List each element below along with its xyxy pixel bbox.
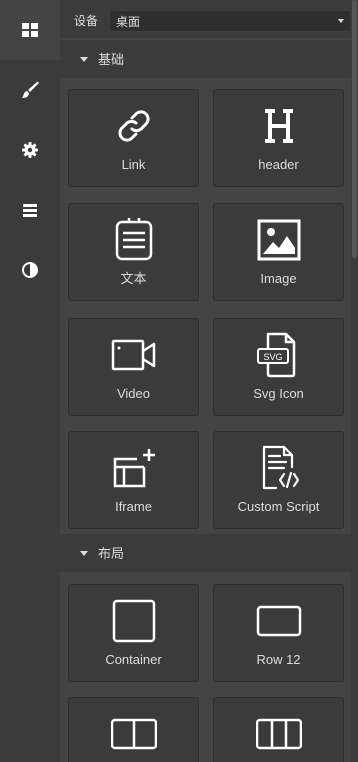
text-icon — [115, 218, 152, 261]
scrollbar-thumb[interactable] — [352, 0, 357, 258]
svg-file-icon: SVG — [256, 332, 295, 378]
row-icon — [256, 605, 301, 637]
block-label: 文本 — [120, 271, 147, 286]
block-container[interactable]: Container — [68, 584, 199, 682]
left-rail — [0, 0, 60, 762]
link-icon — [117, 110, 150, 142]
block-label: Row 12 — [256, 652, 301, 667]
block-two-columns[interactable] — [68, 697, 199, 762]
block-label: Iframe — [115, 499, 152, 514]
block-three-columns[interactable] — [213, 697, 344, 762]
block-header[interactable]: header — [213, 89, 344, 187]
device-bar: 设备 桌面 — [60, 0, 351, 38]
caret-down-icon — [80, 57, 88, 62]
block-label: Container — [105, 652, 162, 667]
block-text[interactable]: 文本 — [68, 203, 199, 301]
blocks-icon — [22, 23, 38, 37]
two-columns-icon — [110, 718, 157, 750]
block-video[interactable]: Video — [68, 318, 199, 416]
code-file-icon — [262, 445, 299, 490]
category-header-basic[interactable]: 基础 — [60, 40, 351, 78]
device-select-value: 桌面 — [116, 15, 141, 29]
device-select[interactable]: 桌面 — [109, 10, 351, 32]
device-label: 设备 — [74, 14, 99, 28]
iframe-icon — [113, 449, 155, 488]
panel-scrollbar[interactable] — [351, 0, 358, 762]
heading-icon — [264, 109, 293, 143]
chevron-down-icon — [338, 19, 344, 23]
block-label: Svg Icon — [253, 386, 304, 401]
editor-app: 设备 桌面 基础 Link header 文本 Image Video SVG … — [0, 0, 358, 762]
block-label: Custom Script — [237, 499, 320, 514]
layers-icon — [23, 204, 37, 217]
block-label: Video — [116, 386, 150, 401]
image-icon — [257, 219, 300, 261]
block-svg-icon[interactable]: SVG Svg Icon — [213, 318, 344, 416]
blocks-panel: 设备 桌面 基础 Link header 文本 Image Video SVG … — [60, 0, 358, 762]
category-title: 布局 — [98, 546, 125, 561]
category-header-layout[interactable]: 布局 — [60, 534, 351, 572]
rail-item-blocks[interactable] — [0, 0, 60, 60]
block-label: header — [258, 157, 299, 172]
block-label: Link — [121, 157, 146, 172]
block-image[interactable]: Image — [213, 203, 344, 301]
rail-item-layers[interactable] — [0, 180, 60, 240]
block-label: Image — [260, 271, 297, 286]
block-row-12[interactable]: Row 12 — [213, 584, 344, 682]
container-icon — [112, 599, 155, 643]
rail-item-style[interactable] — [0, 60, 60, 120]
block-iframe[interactable]: Iframe — [68, 431, 199, 529]
video-icon — [111, 339, 155, 371]
gear-icon — [22, 142, 38, 158]
rail-item-theme[interactable] — [0, 240, 60, 300]
rail-item-settings[interactable] — [0, 120, 60, 180]
block-custom-script[interactable]: Custom Script — [213, 431, 344, 529]
svg-badge-text: SVG — [263, 352, 282, 362]
three-columns-icon — [255, 718, 302, 750]
block-link[interactable]: Link — [68, 89, 199, 187]
category-title: 基础 — [98, 52, 125, 67]
brush-icon — [22, 81, 39, 98]
caret-down-icon — [80, 551, 88, 556]
contrast-icon — [22, 262, 38, 278]
